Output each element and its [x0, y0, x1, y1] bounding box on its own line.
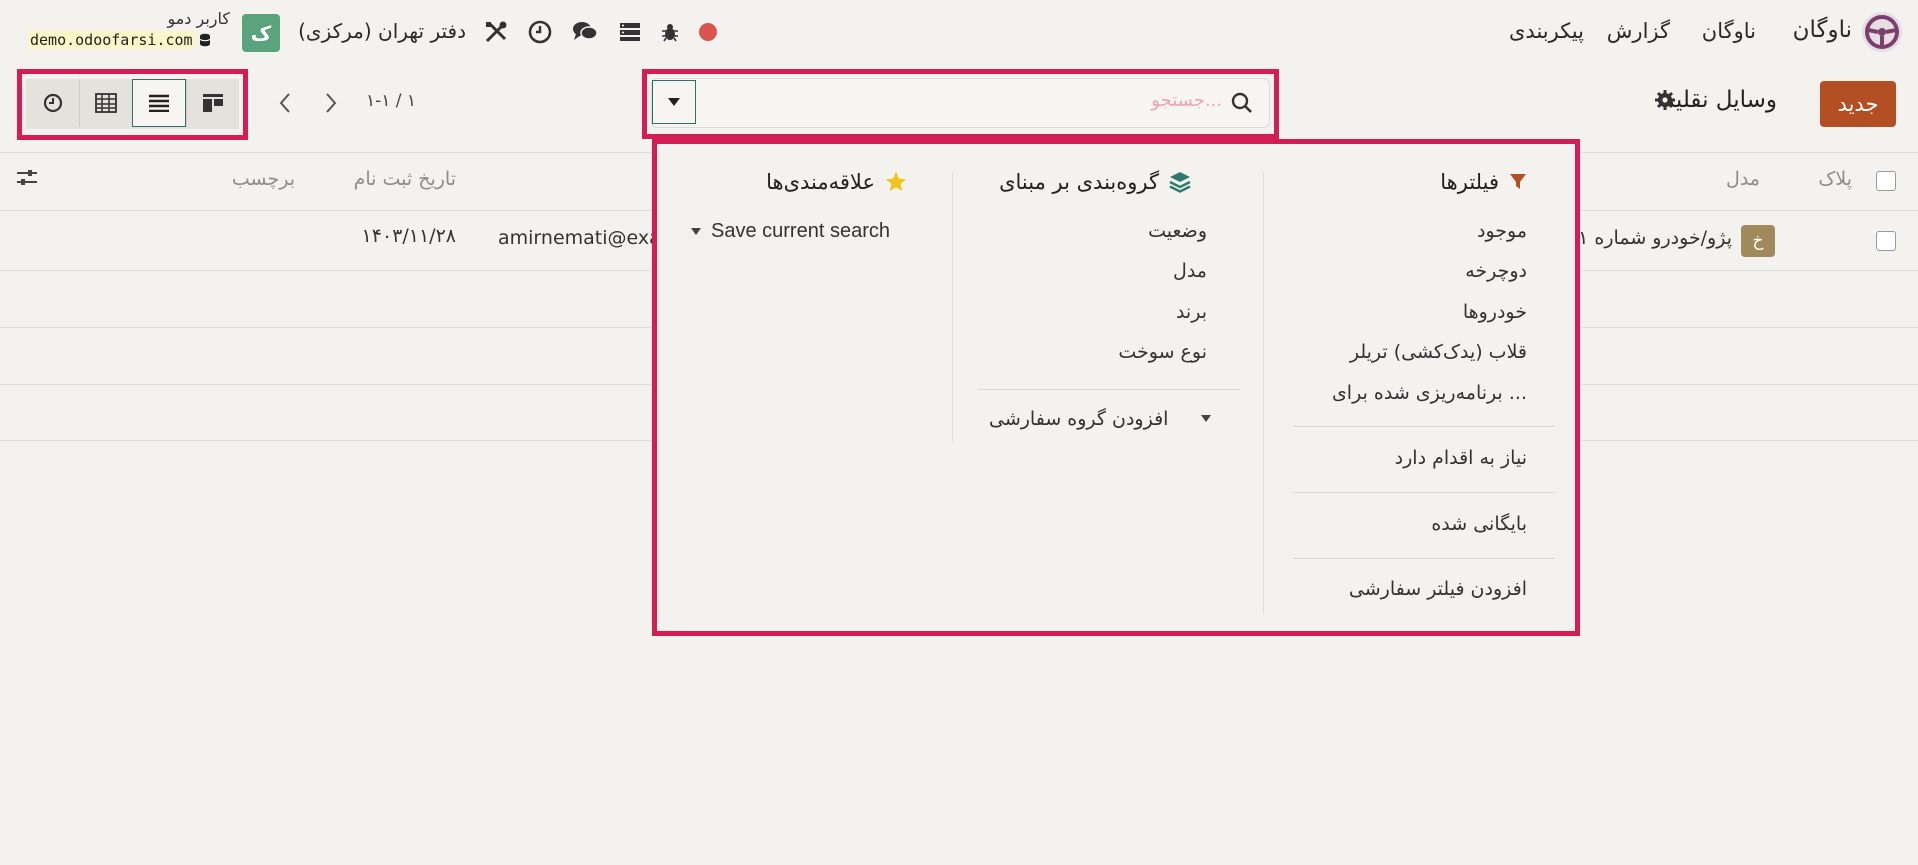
favorites-header: علاقه‌مندی‌ها: [766, 170, 907, 194]
database-label: demo.odoofarsi.com: [28, 31, 211, 49]
kanban-view-button[interactable]: [185, 79, 239, 127]
row-model: پژو/خودرو شماره ۱: [1578, 227, 1732, 249]
filter-cars[interactable]: خودروها: [1463, 301, 1527, 323]
groupby-brand[interactable]: برند: [1176, 301, 1207, 323]
user-name[interactable]: کاربر دمو: [167, 9, 230, 28]
optional-columns-icon[interactable]: [16, 168, 38, 193]
row-driver-email: amirnemati@exa: [498, 227, 654, 249]
steering-wheel-icon: [1865, 15, 1899, 49]
filters-title: فیلترها: [1440, 170, 1499, 194]
layers-icon: [1169, 172, 1191, 193]
menu-configuration[interactable]: پیکربندی: [1509, 19, 1584, 43]
database-small-icon: [199, 33, 210, 47]
bug-icon[interactable]: [656, 18, 684, 46]
groupby-fuel-type[interactable]: نوع سوخت: [1118, 341, 1207, 363]
column-tag[interactable]: برچسب: [232, 168, 295, 190]
menu-fleet[interactable]: ناوگان: [1702, 19, 1756, 43]
filter-icon: [1510, 174, 1526, 189]
add-custom-group[interactable]: افزودن گروه سفارشی: [989, 408, 1211, 430]
select-all-checkbox[interactable]: [1876, 171, 1896, 191]
database-name: demo.odoofarsi.com: [28, 31, 195, 49]
caret-down-icon: [691, 227, 701, 235]
record-dot-icon[interactable]: [694, 18, 722, 46]
row-checkbox[interactable]: [1876, 231, 1896, 251]
pivot-view-button[interactable]: [79, 79, 132, 127]
page-title: وسایل نقلیه: [1663, 87, 1777, 113]
user-avatar[interactable]: ک: [242, 14, 280, 52]
view-switcher: [26, 79, 239, 129]
caret-down-icon: [668, 98, 680, 106]
star-icon: [886, 172, 906, 191]
add-custom-filter[interactable]: افزودن فیلتر سفارشی: [1349, 578, 1527, 600]
table-view-icon: [95, 93, 118, 113]
filters-header: فیلترها: [1440, 170, 1527, 194]
chat-icon[interactable]: [571, 18, 599, 46]
row-registration-date: ۱۴۰۳/۱۱/۲۸: [361, 225, 456, 247]
filter-archived[interactable]: بایگانی شده: [1431, 513, 1527, 535]
tools-icon[interactable]: [482, 18, 510, 46]
top-navbar: ناوگان ناوگان گزارش پیکربندی دفتر تهران …: [0, 0, 1918, 64]
search-panel-dropdown: فیلترها موجود دوچرخه خودروها قلاب (یدک‌ک…: [652, 139, 1580, 636]
pager-value[interactable]: ۱-۱ / ۱: [366, 91, 416, 111]
column-registration-date[interactable]: تاریخ ثبت نام: [354, 168, 456, 190]
groupby-header: گروه‌بندی بر مبنای: [999, 170, 1191, 194]
filter-available[interactable]: موجود: [1477, 220, 1527, 242]
add-custom-group-label: افزودن گروه سفارشی: [989, 408, 1169, 430]
column-model[interactable]: مدل: [1726, 168, 1760, 190]
column-separator: [1263, 172, 1264, 614]
filter-trailer-hook[interactable]: قلاب (یدک‌کشی) تریلر: [1350, 341, 1527, 363]
save-current-search[interactable]: Save current search: [691, 220, 890, 243]
chevron-right-icon: [326, 93, 337, 113]
list-view-button[interactable]: [132, 79, 186, 127]
chevron-left-icon: [279, 93, 290, 113]
clock-icon[interactable]: [526, 18, 554, 46]
groupby-status[interactable]: وضعیت: [1148, 220, 1207, 242]
filters-separator: [1293, 492, 1555, 493]
column-separator: [952, 172, 953, 442]
kanban-view-icon: [202, 94, 223, 112]
clock-view-icon: [43, 93, 62, 113]
filters-separator: [1293, 426, 1555, 427]
column-plate[interactable]: پلاک: [1818, 168, 1852, 190]
search-input[interactable]: جستجو...: [1151, 90, 1222, 111]
menu-reporting[interactable]: گزارش: [1607, 19, 1670, 43]
list-view-icon: [149, 94, 170, 112]
filter-needs-action[interactable]: نیاز به اقدام دارد: [1395, 447, 1527, 469]
activity-view-button[interactable]: [26, 79, 79, 127]
filter-bicycle[interactable]: دوچرخه: [1465, 260, 1527, 282]
app-logo[interactable]: [1862, 12, 1902, 52]
save-current-search-label: Save current search: [711, 220, 890, 242]
caret-down-icon: [1201, 415, 1211, 422]
app-name[interactable]: ناوگان: [1793, 17, 1852, 43]
model-badge: خ: [1741, 225, 1775, 257]
database-icon[interactable]: [616, 18, 644, 46]
pager-next-button[interactable]: [308, 80, 354, 126]
search-toggle-button[interactable]: [652, 80, 696, 124]
groupby-model[interactable]: مدل: [1173, 260, 1207, 282]
groupby-separator: [978, 389, 1240, 390]
groupby-title: گروه‌بندی بر مبنای: [999, 170, 1159, 194]
company-switcher[interactable]: دفتر تهران (مرکزی): [298, 19, 466, 43]
new-button[interactable]: جدید: [1820, 81, 1896, 127]
search-icon[interactable]: [1231, 92, 1253, 119]
filter-planned-for[interactable]: برنامه‌ریزی شده برای ...: [1332, 382, 1527, 404]
gear-icon[interactable]: [1654, 89, 1676, 116]
favorites-title: علاقه‌مندی‌ها: [766, 170, 875, 194]
filters-separator: [1293, 558, 1555, 559]
pager-previous-button[interactable]: [262, 80, 308, 126]
